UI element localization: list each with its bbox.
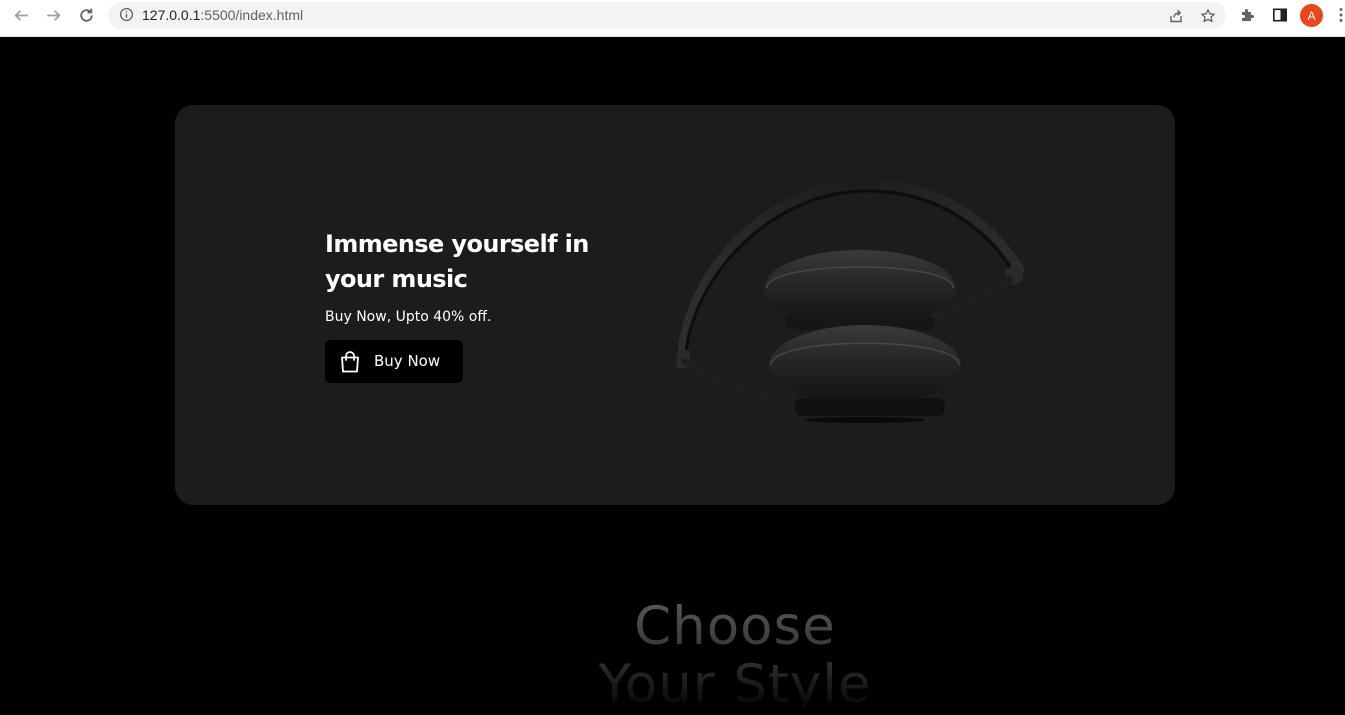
forward-button[interactable]: [42, 4, 64, 26]
arrow-right-icon: [46, 9, 61, 21]
url-text[interactable]: 127.0.0.1:5500/index.html: [142, 7, 303, 23]
star-icon: [1201, 9, 1215, 23]
side-panel-button[interactable]: [1270, 5, 1290, 25]
hero-title: Immense yourself in your music: [325, 230, 589, 293]
hero-card: Immense yourself in your music Buy Now, …: [175, 105, 1175, 505]
shopping-bag-icon: [341, 351, 359, 373]
info-icon[interactable]: [119, 7, 134, 22]
buy-now-button[interactable]: Buy Now: [325, 340, 463, 383]
menu-icon[interactable]: [1338, 7, 1344, 23]
profile-avatar[interactable]: A: [1300, 4, 1323, 27]
side-panel-icon: [1272, 8, 1287, 22]
arrow-left-icon: [13, 9, 28, 21]
url-host: 127.0.0.1: [142, 7, 201, 23]
bookmark-button[interactable]: [1198, 6, 1218, 26]
puzzle-icon: [1242, 9, 1254, 21]
url-path: :5500/index.html: [200, 7, 304, 23]
share-button[interactable]: [1166, 6, 1186, 26]
browser-toolbar: 127.0.0.1:5500/index.html A: [0, 0, 1345, 37]
back-button[interactable]: [10, 4, 32, 26]
section-heading: Choose Your Style: [520, 598, 950, 714]
reload-icon: [79, 8, 93, 22]
reload-button[interactable]: [75, 4, 97, 26]
buy-now-label: Buy Now: [374, 352, 441, 370]
headphones-image: [676, 180, 1025, 423]
hero-subtitle: Buy Now, Upto 40% off.: [325, 309, 492, 325]
share-icon: [1170, 9, 1182, 23]
extensions-button[interactable]: [1238, 5, 1258, 25]
section-heading-line2: Your Style: [598, 654, 872, 715]
section-heading-line1: Choose: [634, 596, 836, 657]
address-bar[interactable]: 127.0.0.1:5500/index.html: [108, 2, 1226, 29]
